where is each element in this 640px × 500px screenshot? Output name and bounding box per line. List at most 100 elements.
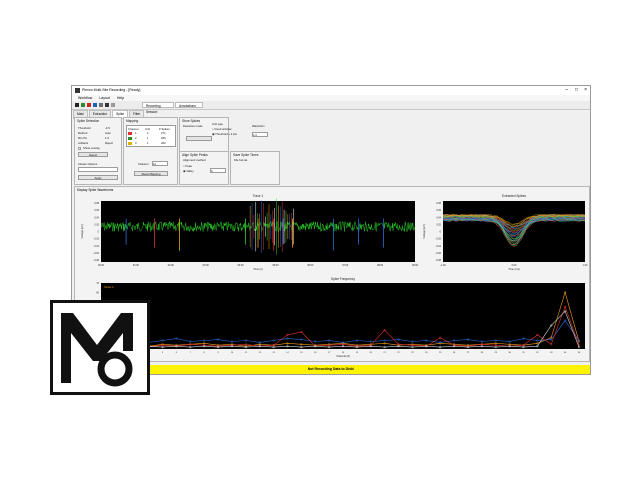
save-spike-times-panel: Save Spike Times File format — [230, 151, 280, 185]
x-tick-label: 8 — [204, 352, 206, 354]
y-tick-label: -0.04 — [94, 245, 100, 248]
save-icon[interactable] — [93, 103, 97, 107]
x-tick-label: 1.00 — [583, 264, 588, 267]
maximize-icon[interactable]: □ — [575, 86, 578, 95]
toolbar: Recording Session Annotations — [72, 101, 590, 114]
minimize-icon[interactable]: – — [565, 86, 568, 95]
x-tick-label: 20 — [370, 352, 373, 354]
units-table: Channel Unit # Spikes 1 1 271 2 1 186 3 … — [126, 125, 176, 147]
radio-threshold[interactable]: ◉ Threshold + 3 pts — [212, 132, 237, 136]
row-value[interactable]: Reject — [105, 141, 113, 145]
unit-color-swatch — [128, 142, 132, 145]
y-tick-label: -0.06 — [436, 252, 442, 255]
display-panel: Display Spike Waveforms Trace 1 0.08 0.06 0… — [74, 186, 590, 362]
radio-label: Peak — [185, 164, 192, 168]
cluster-options-label: Cluster Options — [78, 162, 98, 166]
title-bar: Plexon Multi-Site Recording - [Ready] – … — [72, 86, 590, 95]
x-tick-label: 17 — [328, 352, 331, 354]
rate-plot: Spike Frequency0102030405060701234567891… — [82, 277, 585, 358]
x-tick-label: 09:00 — [412, 264, 419, 267]
store-option-button[interactable] — [186, 136, 212, 141]
table-cell: 202 — [161, 141, 166, 145]
unit-color-swatch — [128, 132, 132, 135]
y-tick-label: 0.08 — [436, 202, 441, 205]
x-tick-label: 35 — [578, 352, 581, 354]
row-value[interactable]: 1.0 — [105, 136, 109, 140]
x-tick-label: 9 — [217, 352, 219, 354]
x-tick-label: 29 — [494, 352, 497, 354]
x-tick-label: 13 — [272, 352, 275, 354]
y-tick-label: 0 — [440, 231, 442, 234]
x-tick-label: 7 — [190, 352, 192, 354]
apply-button[interactable]: Apply — [78, 175, 118, 180]
rate-legend: Series A — [104, 285, 114, 289]
settings-icon[interactable] — [99, 103, 103, 107]
detection-sub-label: Unit type — [212, 122, 224, 126]
x-tick-label: 30 — [508, 352, 511, 354]
x-tick-label: 12 — [258, 352, 261, 354]
logo — [50, 300, 150, 395]
doc-tab-recording[interactable]: Recording Session — [142, 102, 174, 114]
cluster-input[interactable] — [78, 167, 118, 172]
radio-label: Threshold + 3 pts — [215, 132, 237, 136]
x-tick-label: 07:00 — [342, 264, 349, 267]
doc-tab-annotations[interactable]: Annotations — [175, 102, 203, 108]
y-tick-label: 70 — [96, 282, 99, 285]
record-icon[interactable] — [75, 103, 79, 107]
table-cell: 1 — [147, 136, 149, 140]
align-panel: Align Spike Peaks Alignment method ○ Pea… — [179, 151, 229, 185]
align-select[interactable]: 0 — [210, 168, 226, 173]
close-icon[interactable]: × — [584, 86, 587, 95]
row-label: Min ISI — [78, 136, 87, 140]
y-tick-label: 0.02 — [436, 223, 441, 226]
x-tick-label: 24 — [425, 352, 428, 354]
x-tick-label: 31 — [522, 352, 525, 354]
table-cell: 3 — [135, 141, 137, 145]
channel-label: Channel — [138, 162, 149, 166]
y-tick-label: -0.08 — [94, 259, 100, 262]
overlay-checkbox[interactable] — [78, 147, 81, 150]
reset-mapping-button[interactable]: Reset Mapping — [134, 171, 168, 176]
table-cell: 186 — [161, 136, 166, 140]
x-tick-label: 00:00 — [98, 264, 105, 267]
x-tick-label: 18 — [342, 352, 345, 354]
x-tick-label: 15 — [300, 352, 303, 354]
menu-layout[interactable]: Layout — [99, 96, 110, 100]
y-tick-label: -0.06 — [94, 252, 100, 255]
menu-help[interactable]: Help — [117, 96, 124, 100]
detect-button[interactable]: Detect — [78, 152, 108, 157]
x-tick-label: 08:00 — [377, 264, 384, 267]
overlay-label: Show overlay — [83, 146, 100, 150]
radio-fixed-window[interactable]: ○ Fixed window — [212, 127, 231, 131]
store-spikes-header: Store Spikes — [182, 119, 201, 123]
stop-icon[interactable] — [87, 103, 91, 107]
x-tick-label: 21 — [383, 352, 386, 354]
channel-select[interactable]: 12 — [152, 161, 168, 166]
waveform-label: Waveform — [252, 124, 265, 128]
x-tick-label: 34 — [564, 352, 567, 354]
x-tick-label: 33 — [550, 352, 553, 354]
waveform-select[interactable]: 1.0 — [252, 132, 268, 137]
x-tick-label: 28 — [481, 352, 484, 354]
align-sub-label: Alignment method — [183, 158, 206, 162]
controls-panel: Spike Detection Threshold -4.5 Method Au… — [74, 117, 122, 185]
row-value[interactable]: Auto — [105, 131, 111, 135]
row-value[interactable]: -4.5 — [105, 126, 110, 130]
play-icon[interactable] — [81, 103, 85, 107]
table-cell: 1 — [147, 141, 149, 145]
radio-peak[interactable]: ○ Peak — [183, 164, 192, 168]
controls-header: Spike Detection — [77, 119, 100, 123]
x-tick-label: -1.00 — [440, 264, 446, 267]
menu-workflow[interactable]: Workflow — [78, 96, 92, 100]
x-tick-label: 5 — [162, 352, 164, 354]
refresh-icon[interactable] — [111, 103, 115, 107]
radio-valley[interactable]: ◉ Valley — [183, 169, 194, 173]
trace-plot: Trace 1 0.08 0.06 0.04 0.02 0 -0.02 -0.04 -0.06 -… — [80, 194, 419, 271]
y-tick-label: 0.06 — [94, 209, 99, 212]
unit-color-swatch — [128, 137, 132, 140]
detection-mode-label: Detection mode — [183, 124, 203, 128]
align-header: Align Spike Peaks — [182, 153, 208, 157]
radio-label: Valley — [186, 169, 194, 173]
row-label: Threshold — [78, 126, 91, 130]
open-icon[interactable] — [105, 103, 109, 107]
